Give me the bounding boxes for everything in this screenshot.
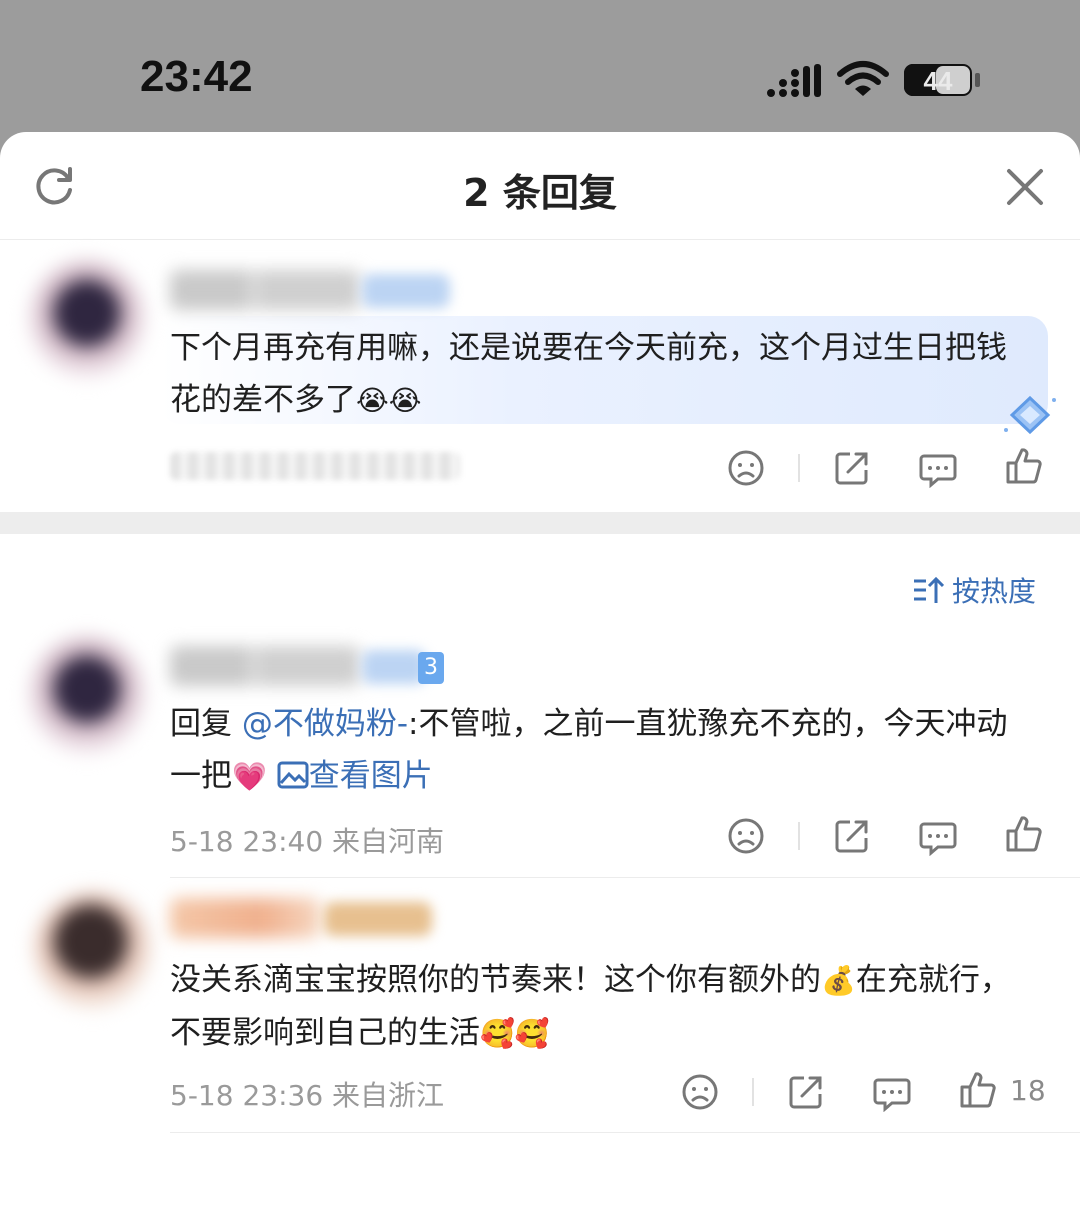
share-icon[interactable] [786,1072,826,1112]
money-bag-emoji: 💰 [821,964,856,997]
user-badge [324,902,432,936]
section-divider [0,512,1080,534]
close-icon[interactable] [1004,166,1046,208]
comment-meta [170,452,460,480]
cellular-signal-icon [767,64,821,97]
sheet-header: 2 条回复 [0,132,1080,240]
battery-level: 44 [924,66,953,96]
view-image-link[interactable]: 查看图片 [277,758,433,794]
action-separator [752,1078,754,1106]
like-icon[interactable] [1004,446,1044,486]
username[interactable] [170,646,360,686]
image-icon [277,761,309,789]
user-badge [362,650,426,684]
battery-icon: 44 [904,64,980,96]
wifi-icon [837,61,889,96]
user-badge [362,274,450,308]
comment-icon[interactable] [872,1072,912,1112]
username[interactable] [170,270,360,310]
row-divider [170,1132,1080,1133]
avatar[interactable] [28,260,146,378]
action-separator [798,822,800,850]
action-separator [798,454,800,482]
mention-link[interactable]: @不做妈粉- [242,706,408,742]
sheet-title: 2 条回复 [463,171,617,215]
share-icon[interactable] [832,448,872,488]
dislike-icon[interactable] [726,448,766,488]
comment-text: 下个月再充有用嘛，还是说要在今天前充，这个月过生日把钱 花的差不多了😭😭 [170,330,1007,418]
sort-label: 按热度 [952,575,1037,608]
dislike-icon[interactable] [726,816,766,856]
crying-emoji: 😭😭 [356,384,422,417]
like-icon[interactable] [958,1070,998,1110]
like-count: 18 [1010,1074,1046,1107]
view-image-label: 查看图片 [308,758,433,794]
comment-icon[interactable] [918,816,958,856]
smiling-hearts-emoji: 🥰🥰 [480,1017,550,1050]
dislike-icon[interactable] [680,1072,720,1112]
reply-text: 没关系滴宝宝按照你的节奏来！这个你有额外的💰在充就行， 不要影响到自己的生活🥰🥰 [170,962,1011,1051]
like-icon[interactable] [1004,814,1044,854]
heart-emoji: 💗 [232,760,267,793]
avatar[interactable] [34,892,152,1010]
status-time: 23:42 [140,52,253,101]
status-bar: 23:42 44 [0,0,1080,150]
comment-icon[interactable] [918,448,958,488]
row-divider [170,877,1080,878]
avatar[interactable] [28,636,146,754]
reply-meta: 5-18 23:40 来自河南 [170,825,445,858]
sort-by-heat-button[interactable]: 按热度 [912,570,1036,610]
username[interactable] [170,898,320,938]
sort-icon [914,576,944,603]
replies-sheet: 2 条回复 下个月再充有用嘛，还是说要在今天前充，这个月过生日把钱 花的差不多了… [0,132,1080,1231]
reply-text: 回复 @不做妈粉-:不管啦，之前一直犹豫充不充的，今天冲动 一把💗 查看图片 [170,706,1008,794]
share-icon[interactable] [832,816,872,856]
user-level-badge: 3 [418,652,444,684]
reply-meta: 5-18 23:36 来自浙江 [170,1079,445,1112]
